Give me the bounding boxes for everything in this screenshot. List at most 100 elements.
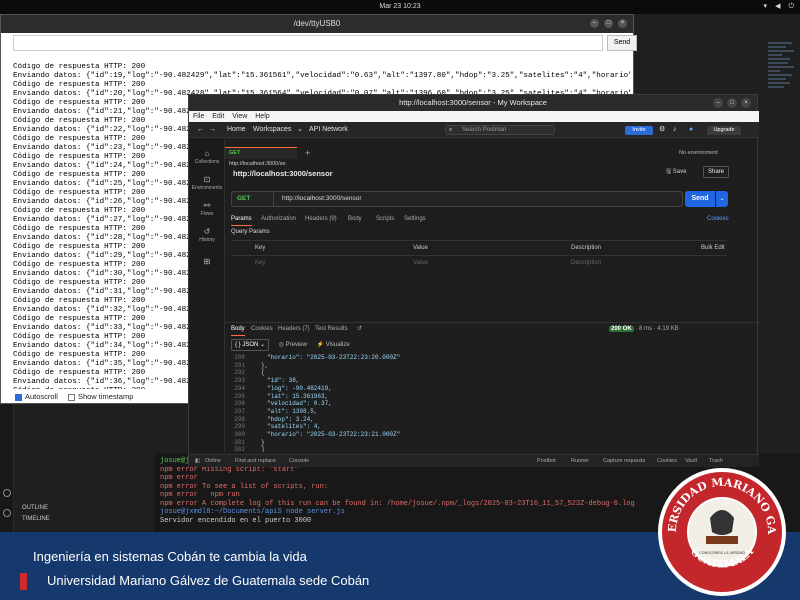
code-text: },: [261, 361, 269, 369]
menu-file[interactable]: File: [193, 113, 204, 120]
code-text: "velocidad": 0.37,: [267, 400, 332, 408]
send-options-chevron-icon[interactable]: ⌄: [716, 191, 728, 207]
close-button[interactable]: ×: [618, 19, 627, 28]
serial-send-button[interactable]: Send: [607, 35, 637, 51]
search-icon: ⌕: [449, 127, 453, 133]
code-text: "lat": 15.361963,: [267, 392, 329, 400]
seal-motto: CONOCERÉIS LA VERDAD: [699, 550, 745, 555]
resp-tab-cookies[interactable]: Cookies: [251, 323, 273, 335]
status-capture[interactable]: Capture requests: [603, 455, 645, 468]
table-divider: [231, 255, 727, 256]
method-select[interactable]: GET: [232, 192, 274, 206]
preview-label: Preview: [285, 342, 307, 348]
cookies-link[interactable]: Cookies: [707, 213, 729, 225]
manage-gear-icon[interactable]: [3, 509, 11, 517]
response-body[interactable]: 288 "horario": "2025-03-23T22:23:20.000Z"…: [231, 354, 751, 452]
timestamp-checkbox[interactable]: Show timestamp: [67, 390, 133, 404]
banner-slogan: Ingeniería en sistemas Cobán te cambia l…: [33, 549, 307, 564]
sidebar-item-flows[interactable]: ⚯ Flows: [189, 201, 225, 217]
account-icon[interactable]: [3, 489, 11, 497]
history-icon[interactable]: ↺: [357, 323, 362, 335]
send-button[interactable]: Send: [685, 191, 715, 207]
editor-minimap[interactable]: [768, 40, 798, 150]
maximize-button[interactable]: □: [604, 19, 613, 28]
statusbar-toggle-icon[interactable]: ◧: [195, 455, 200, 468]
new-tab-plus-icon[interactable]: +: [305, 147, 310, 159]
save-button[interactable]: 🖫 Save: [666, 167, 686, 177]
environment-selector[interactable]: No environment: [679, 147, 718, 159]
checkbox-empty-icon: [67, 393, 75, 401]
close-button[interactable]: ×: [741, 98, 751, 108]
bell-icon[interactable]: ♪: [673, 122, 677, 138]
serial-title: /dev/ttyUSB0: [293, 19, 341, 28]
tab-request[interactable]: GET http://localhost:3000/se: [225, 147, 297, 167]
autoscroll-checkbox[interactable]: Autoscroll: [15, 390, 58, 404]
tab-method: GET: [229, 150, 241, 156]
tab-params[interactable]: Params: [231, 213, 252, 226]
request-title[interactable]: http://localhost:3000/sensor: [233, 169, 333, 178]
sidebar-item-history[interactable]: ↺ History: [189, 227, 225, 243]
minimize-button[interactable]: –: [590, 19, 599, 28]
resp-tab-tests[interactable]: Test Results: [315, 323, 348, 335]
back-arrow-icon[interactable]: ←: [197, 122, 204, 138]
response-time: 8 ms: [639, 326, 653, 332]
status-postbot[interactable]: Postbot: [537, 455, 556, 468]
key-input[interactable]: Key: [255, 256, 265, 270]
nav-api-network[interactable]: API Network: [309, 122, 348, 138]
line-number: 301: [234, 438, 245, 446]
line-number: 294: [234, 384, 245, 392]
share-button[interactable]: Share: [703, 166, 729, 178]
format-select[interactable]: { } JSON ⌄: [231, 339, 270, 351]
network-icon[interactable]: ▾: [764, 0, 768, 14]
status-console[interactable]: Console: [289, 455, 309, 468]
status-online[interactable]: Online: [205, 455, 221, 468]
resp-tab-body[interactable]: Body: [231, 323, 245, 336]
code-text: "horario": "2025-03-23T22:23:21.000Z": [267, 431, 401, 439]
description-input[interactable]: Description: [571, 256, 601, 270]
code-text: "log": -90.482419,: [267, 384, 332, 392]
menu-help[interactable]: Help: [255, 113, 269, 120]
invite-button[interactable]: Invite: [625, 126, 653, 135]
line-number: 299: [234, 423, 245, 431]
nav-home[interactable]: Home: [227, 122, 246, 138]
forward-arrow-icon[interactable]: →: [209, 122, 216, 138]
visualize-button[interactable]: ⚡ Visualize: [317, 342, 350, 348]
sidebar-item-environments[interactable]: ⊡ Environments: [189, 175, 225, 191]
search-input[interactable]: Search Postman: [445, 125, 555, 135]
upgrade-button[interactable]: Upgrade: [707, 126, 741, 135]
code-line: 299 "satelites": 4,: [231, 423, 751, 431]
tab-headers[interactable]: Headers (9): [305, 213, 337, 225]
preview-button[interactable]: ◎ Preview: [279, 342, 307, 348]
timeline-section[interactable]: TIMELINE: [22, 516, 50, 522]
menu-edit[interactable]: Edit: [212, 113, 224, 120]
status-runner[interactable]: Runner: [571, 455, 589, 468]
value-input[interactable]: Value: [413, 256, 428, 270]
url-input[interactable]: http://localhost:3000/sensor: [282, 192, 362, 206]
nav-workspaces[interactable]: Workspaces: [253, 122, 291, 138]
menu-view[interactable]: View: [232, 113, 247, 120]
sidebar-item-collections[interactable]: ⌂ Collections: [189, 149, 225, 165]
volume-icon[interactable]: ◀: [775, 0, 780, 14]
minimize-button[interactable]: –: [713, 98, 723, 108]
avatar[interactable]: ●: [689, 122, 693, 138]
settings-icon[interactable]: ⚙: [659, 122, 665, 138]
tab-scripts[interactable]: Scripts: [376, 213, 394, 225]
status-find-replace[interactable]: Find and replace: [235, 455, 276, 468]
system-tray[interactable]: ▾ ◀ ⏻: [764, 0, 794, 14]
tab-authorization[interactable]: Authorization: [261, 213, 296, 225]
code-text: "satelites": 4,: [267, 423, 322, 431]
outline-section[interactable]: OUTLINE: [22, 505, 50, 511]
tab-settings[interactable]: Settings: [404, 213, 426, 225]
bulk-edit-link[interactable]: Bulk Edit: [701, 241, 725, 255]
maximize-button[interactable]: □: [727, 98, 737, 108]
query-params-table: Key Value Description Bulk Edit Key Valu…: [231, 240, 727, 270]
power-icon[interactable]: ⏻: [788, 0, 794, 14]
sidebar-item-more[interactable]: ⊞: [189, 257, 225, 267]
code-text: ]: [261, 446, 265, 452]
code-line: 300 "horario": "2025-03-23T22:23:21.000Z": [231, 431, 751, 439]
serial-send-input[interactable]: [13, 35, 603, 51]
tab-body[interactable]: Body: [348, 213, 362, 225]
line-number: 298: [234, 415, 245, 423]
resp-tab-headers[interactable]: Headers (7): [278, 323, 310, 335]
code-text: }: [261, 438, 265, 446]
